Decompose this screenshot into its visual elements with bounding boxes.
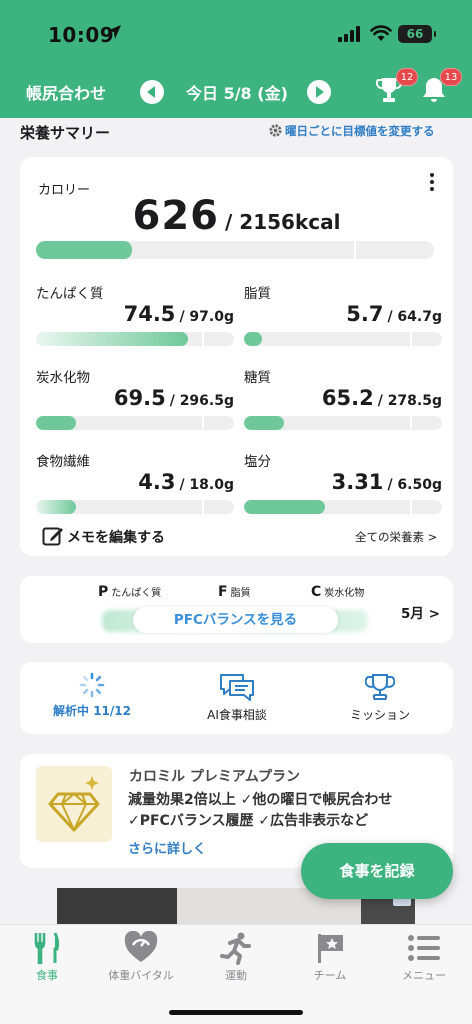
tab-label: 体重バイタル <box>108 969 174 982</box>
flag-star-icon <box>318 934 343 963</box>
record-meal-button[interactable]: 食事を記録 <box>301 843 453 899</box>
tab-team[interactable]: チーム <box>283 931 377 983</box>
pfc-fat-header: F 脂質 <box>218 584 251 600</box>
nutrient-label: 炭水化物 <box>36 370 90 386</box>
analyzing-button[interactable]: 解析中 11/12 <box>22 672 162 719</box>
edit-memo-label: メモを編集する <box>67 530 165 546</box>
fork-knife-icon <box>34 932 60 965</box>
nutrient-progress-fill <box>36 332 189 346</box>
nutrient-progress-bar <box>244 500 442 514</box>
nutrient-label: 脂質 <box>244 286 271 302</box>
ai-consult-label: AI食事相談 <box>207 708 267 722</box>
premium-description: 減量効果2倍以上 ✓他の曜日で帳尻合わせ ✓PFCバランス履歴 ✓広告非表示など <box>128 792 393 829</box>
heart-scale-icon <box>124 931 158 962</box>
mission-label: ミッション <box>349 708 410 722</box>
bell-badge: 13 <box>440 68 462 86</box>
pfc-carb-header: C 炭水化物 <box>311 584 365 600</box>
edit-note-icon <box>42 527 63 546</box>
location-arrow-icon <box>107 25 121 39</box>
more-options-icon[interactable] <box>422 172 442 192</box>
pfc-balance-button[interactable]: PFCバランスを見る <box>133 607 338 633</box>
tab-exercise[interactable]: 運動 <box>189 931 283 983</box>
previous-day-button[interactable] <box>140 80 164 104</box>
calorie-progress-fill <box>36 241 132 259</box>
analyzing-label: 解析中 11/12 <box>53 704 131 718</box>
tab-label: 運動 <box>225 969 247 982</box>
status-bar: 10:09 66 <box>0 0 472 70</box>
nutrient-value: 74.5/ 97.0g <box>123 302 234 326</box>
nutrient-label: 塩分 <box>244 454 271 470</box>
nutrient-value: 69.5/ 296.5g <box>113 386 234 410</box>
nutrient-carbohydrate[interactable]: 炭水化物 69.5/ 296.5g <box>36 366 234 446</box>
nutrient-progress-bar <box>244 416 442 430</box>
pfc-card: P たんぱく質 F 脂質 C 炭水化物 PFCバランスを見る 5月 > <box>20 576 453 643</box>
tab-label: メニュー <box>402 969 446 982</box>
home-indicator <box>169 1010 303 1015</box>
nutrient-progress-bar <box>36 332 234 346</box>
tab-label: 食事 <box>36 969 58 982</box>
nutrient-label: 食物繊維 <box>36 454 90 470</box>
nutrient-progress-fill <box>244 500 326 514</box>
nutrient-progress-fill <box>244 416 284 430</box>
tab-meal[interactable]: 食事 <box>0 931 94 983</box>
goal-settings-link[interactable]: 曜日ごとに目標値を変更する <box>268 123 435 139</box>
balance-adjust-link[interactable]: 帳尻合わせ <box>26 80 106 104</box>
nutrient-fat[interactable]: 脂質 5.7/ 64.7g <box>244 282 442 362</box>
pfc-month-link[interactable]: 5月 > <box>401 602 440 622</box>
loading-spinner-icon <box>79 672 105 698</box>
ai-consult-button[interactable]: AI食事相談 <box>167 672 307 723</box>
calorie-value: 626 <box>132 193 220 239</box>
nutrient-value: 65.2/ 278.5g <box>321 386 442 410</box>
chevron-left-icon <box>147 86 155 98</box>
nutrient-label: たんぱく質 <box>36 286 104 302</box>
premium-more-link[interactable]: さらに詳しく <box>128 838 206 857</box>
nutrient-value: 5.7/ 64.7g <box>346 302 442 326</box>
all-nutrients-link[interactable]: 全ての栄養素 > <box>355 529 437 545</box>
gear-icon <box>269 124 282 137</box>
calorie-goal: / 2156kcal <box>225 210 341 234</box>
summary-title: 栄養サマリー <box>20 124 111 142</box>
nutrient-progress-bar <box>36 416 234 430</box>
trophy-badge: 12 <box>396 68 418 86</box>
wifi-icon <box>370 25 392 41</box>
running-person-icon <box>220 932 251 965</box>
app-header: 帳尻合わせ 今日 5/8 (金) 12 13 <box>0 68 472 114</box>
tab-menu[interactable]: メニュー <box>377 931 471 983</box>
calorie-row: 626/ 2156kcal <box>20 193 453 239</box>
current-date[interactable]: 今日 5/8 (金) <box>186 80 288 104</box>
goal-settings-label: 曜日ごとに目標値を変更する <box>285 124 435 138</box>
nutrient-progress-fill <box>36 416 76 430</box>
calorie-progress-bar <box>36 241 434 259</box>
nutrient-progress-bar <box>36 500 234 514</box>
edit-memo-button[interactable]: メモを編集する <box>42 525 165 547</box>
mission-button[interactable]: ミッション <box>310 672 450 723</box>
premium-title: カロミル プレミアムプラン <box>129 769 301 785</box>
nutrient-sugar[interactable]: 糖質 65.2/ 278.5g <box>244 366 442 446</box>
nutrient-progress-fill <box>244 332 262 346</box>
tab-bar: 食事 体重バイタル 運動 チーム メニュー <box>0 924 472 1024</box>
nutrition-summary-card: カロリー 626/ 2156kcal たんぱく質 74.5/ 97.0g 脂質 … <box>20 157 453 556</box>
premium-image <box>36 766 112 842</box>
status-time: 10:09 <box>48 23 115 47</box>
nutrient-fiber[interactable]: 食物繊維 4.3/ 18.0g <box>36 450 234 530</box>
signal-icon <box>338 26 360 42</box>
nutrient-value: 3.31/ 6.50g <box>331 470 442 494</box>
nutrient-protein[interactable]: たんぱく質 74.5/ 97.0g <box>36 282 234 362</box>
pfc-protein-header: P たんぱく質 <box>98 584 162 600</box>
nutrient-label: 糖質 <box>244 370 271 386</box>
tab-label: チーム <box>313 969 347 982</box>
battery-indicator: 66 <box>398 25 436 43</box>
nutrient-progress-bar <box>244 332 442 346</box>
trophy-icon <box>365 674 395 700</box>
nutrient-progress-fill <box>36 500 76 514</box>
chevron-right-icon <box>316 86 324 98</box>
nutrient-value: 4.3/ 18.0g <box>138 470 234 494</box>
tab-weight-vital[interactable]: 体重バイタル <box>94 931 188 983</box>
diamond-icon <box>48 776 100 832</box>
nutrient-salt[interactable]: 塩分 3.31/ 6.50g <box>244 450 442 530</box>
actions-card: 解析中 11/12 AI食事相談 ミッション <box>20 662 453 734</box>
next-day-button[interactable] <box>307 80 331 104</box>
menu-list-icon <box>408 935 440 961</box>
chat-bubbles-icon <box>220 674 254 701</box>
